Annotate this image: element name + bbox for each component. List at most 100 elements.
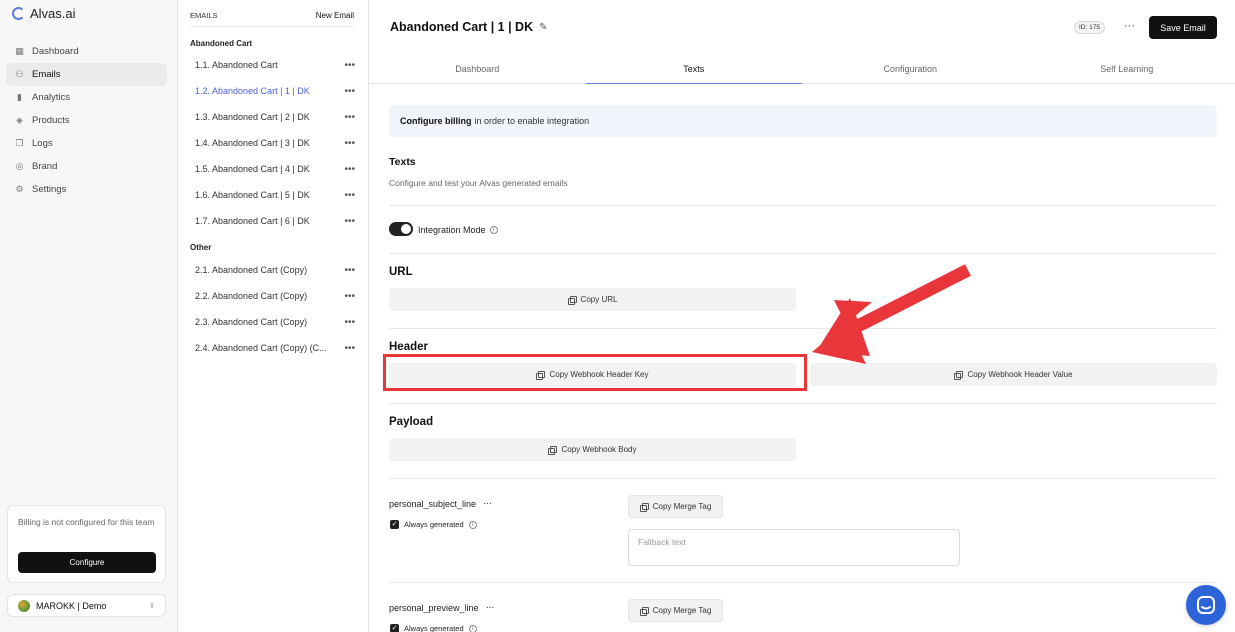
more-icon[interactable]: ••• — [344, 190, 355, 201]
always-generated-row: ✓ Always generated i — [390, 624, 477, 632]
section-title-url: URL — [389, 266, 413, 278]
pencil-icon[interactable]: ✎ — [539, 22, 547, 33]
tab-dashboard[interactable]: Dashboard — [369, 55, 586, 83]
info-icon[interactable]: i — [468, 520, 477, 529]
list-item[interactable]: 1.1. Abandoned Cart ••• — [195, 56, 355, 74]
info-icon[interactable]: i — [489, 226, 498, 234]
grid-icon: ▦ — [15, 46, 24, 56]
group-title: Other — [190, 243, 212, 252]
more-icon[interactable]: ••• — [344, 291, 355, 302]
list-item[interactable]: 1.6. Abandoned Cart | 5 | DK ••• — [195, 186, 355, 204]
list-item-label: 1.2. Abandoned Cart | 1 | DK — [195, 86, 310, 96]
more-icon[interactable]: ••• — [344, 216, 355, 227]
team-switcher[interactable]: MAROKK | Demo ⇕ — [7, 594, 166, 617]
list-item[interactable]: 2.2. Abandoned Cart (Copy) ••• — [195, 287, 355, 305]
field-name: personal_preview_line ··· — [389, 602, 495, 613]
checkbox-label: Always generated — [404, 520, 464, 529]
info-icon[interactable]: i — [468, 624, 477, 632]
more-icon[interactable]: ••• — [344, 138, 355, 149]
list-item-label: 1.7. Abandoned Cart | 6 | DK — [195, 216, 310, 226]
list-item[interactable]: 2.3. Abandoned Cart (Copy) ••• — [195, 313, 355, 331]
copy-merge-tag-button[interactable]: Copy Merge Tag — [628, 495, 723, 518]
more-icon[interactable]: ••• — [344, 343, 355, 354]
section-title-texts: Texts — [389, 156, 416, 168]
team-avatar — [18, 599, 30, 612]
highlight-box — [383, 354, 807, 391]
email-list: EMAILS New Email Abandoned Cart 1.1. Aba… — [178, 0, 369, 632]
field-name: personal_subject_line ··· — [389, 498, 492, 509]
group-title: Abandoned Cart — [190, 39, 253, 48]
list-item-label: 2.4. Abandoned Cart (Copy) (C... — [195, 343, 327, 353]
save-email-button[interactable]: Save Email — [1149, 16, 1217, 39]
box-icon: ◈ — [16, 115, 23, 125]
banner-link[interactable]: Configure billing — [400, 116, 472, 126]
sidebar-item-dashboard[interactable]: ▦ Dashboard — [6, 40, 167, 63]
app-name: Alvas.ai — [30, 6, 76, 21]
tab-configuration[interactable]: Configuration — [802, 55, 1019, 83]
more-icon[interactable]: ••• — [344, 317, 355, 328]
divider — [389, 582, 1217, 583]
copy-url-button[interactable]: Copy URL — [389, 288, 796, 311]
fallback-text-input[interactable]: Fallback text — [628, 529, 960, 566]
mail-icon: ⚇ — [15, 69, 24, 79]
copy-webhook-body-button[interactable]: Copy Webhook Body — [389, 438, 796, 461]
sidebar-item-label: Emails — [32, 69, 61, 80]
tab-bar: Dashboard Texts Configuration Self Learn… — [369, 55, 1235, 84]
palette-icon: ◎ — [15, 161, 24, 171]
copy-icon — [548, 445, 558, 455]
more-icon[interactable]: ••• — [344, 86, 355, 97]
list-item-label: 1.6. Abandoned Cart | 5 | DK — [195, 190, 310, 200]
list-item-label: 1.3. Abandoned Cart | 2 | DK — [195, 112, 310, 122]
copy-merge-tag-button[interactable]: Copy Merge Tag — [628, 599, 723, 622]
field-name-text: personal_preview_line — [389, 602, 479, 613]
more-icon[interactable]: ··· — [486, 602, 495, 613]
more-icon[interactable]: ••• — [344, 164, 355, 175]
list-item-label: 1.4. Abandoned Cart | 3 | DK — [195, 138, 310, 148]
checkbox-label: Always generated — [404, 624, 464, 632]
help-chat-button[interactable] — [1186, 585, 1226, 625]
list-item[interactable]: 1.2. Abandoned Cart | 1 | DK ••• — [195, 82, 355, 100]
more-icon[interactable]: ••• — [344, 112, 355, 123]
more-icon[interactable]: ··· — [1124, 20, 1135, 32]
divider — [389, 253, 1217, 254]
sidebar-item-emails[interactable]: ⚇ Emails — [6, 63, 167, 86]
banner-text: in order to enable integration — [474, 116, 590, 126]
list-item[interactable]: 1.5. Abandoned Cart | 4 | DK ••• — [195, 160, 355, 178]
alvas-logo-icon — [12, 7, 25, 20]
id-badge: ID: 175 — [1074, 21, 1105, 34]
sidebar-item-logs[interactable]: ❐ Logs — [6, 132, 167, 155]
logo[interactable]: Alvas.ai — [12, 6, 76, 21]
section-subtitle: Configure and test your Alvas generated … — [389, 178, 568, 188]
list-item[interactable]: 2.4. Abandoned Cart (Copy) (C... ••• — [195, 339, 355, 357]
sidebar-item-analytics[interactable]: ▮ Analytics — [6, 86, 167, 109]
more-icon[interactable]: ••• — [344, 60, 355, 71]
sidebar-item-label: Dashboard — [32, 46, 79, 57]
integration-mode-toggle[interactable] — [389, 222, 413, 236]
list-item[interactable]: 1.7. Abandoned Cart | 6 | DK ••• — [195, 212, 355, 230]
list-item[interactable]: 1.4. Abandoned Cart | 3 | DK ••• — [195, 134, 355, 152]
more-icon[interactable]: ··· — [483, 498, 492, 509]
new-email-button[interactable]: New Email — [316, 11, 354, 20]
list-item-label: 2.2. Abandoned Cart (Copy) — [195, 291, 308, 301]
copy-icon — [954, 370, 964, 380]
section-title-header: Header — [389, 341, 428, 353]
always-generated-checkbox[interactable]: ✓ — [390, 624, 399, 632]
copy-icon — [639, 502, 649, 512]
red-arrow-icon — [812, 264, 971, 364]
configure-button[interactable]: Configure — [18, 552, 156, 573]
sidebar-item-products[interactable]: ◈ Products — [6, 109, 167, 132]
tab-texts[interactable]: Texts — [585, 55, 803, 84]
sidebar-item-label: Analytics — [32, 92, 71, 103]
sidebar-item-brand[interactable]: ◎ Brand — [6, 155, 167, 178]
billing-card: Billing is not configured for this team … — [7, 505, 166, 583]
more-icon[interactable]: ••• — [344, 265, 355, 276]
always-generated-checkbox[interactable]: ✓ — [390, 520, 399, 529]
sidebar-item-settings[interactable]: ⚙ Settings — [6, 178, 167, 201]
tab-self-learning[interactable]: Self Learning — [1019, 55, 1235, 83]
sidebar-item-label: Brand — [32, 161, 58, 172]
list-item[interactable]: 1.3. Abandoned Cart | 2 | DK ••• — [195, 108, 355, 126]
email-list-title: EMAILS — [190, 11, 218, 20]
list-item-label: 2.1. Abandoned Cart (Copy) — [195, 265, 308, 275]
section-title-payload: Payload — [389, 416, 434, 428]
list-item[interactable]: 2.1. Abandoned Cart (Copy) ••• — [195, 261, 355, 279]
